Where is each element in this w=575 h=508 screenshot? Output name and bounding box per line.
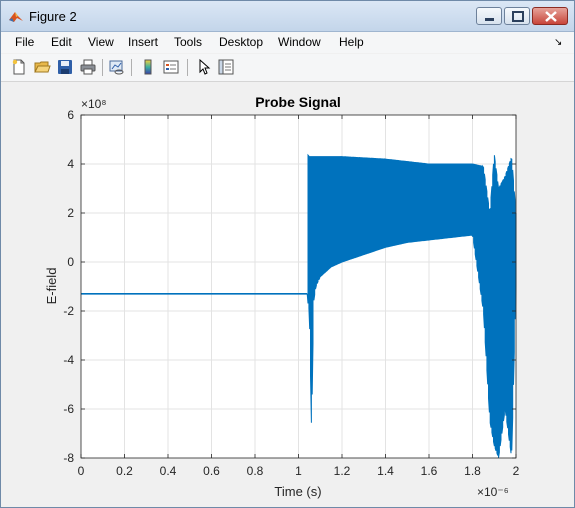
probe-signal-chart[interactable]: 0 0.2 0.4 0.6 0.8 1 1.2 1.4 1.6 1.8 2-8-6-4-20246 …: [1, 82, 574, 507]
x-tick-label: 0.2: [116, 464, 133, 478]
y-tick-label: 6: [67, 108, 74, 122]
x-tick-label: 1.4: [377, 464, 394, 478]
x-tick-label: 0.8: [247, 464, 264, 478]
y-axis-label: E-field: [44, 268, 59, 305]
title-bar[interactable]: Figure 2: [1, 1, 574, 32]
select-arrow-icon[interactable]: [195, 58, 213, 76]
matlab-logo-icon: [9, 12, 23, 22]
save-icon[interactable]: [56, 58, 74, 76]
link-plot-icon[interactable]: [108, 58, 126, 76]
minimize-icon: [485, 18, 494, 21]
x-tick-label: 1.6: [421, 464, 438, 478]
property-inspector-icon[interactable]: [217, 58, 235, 76]
open-file-icon[interactable]: [33, 58, 51, 76]
maximize-icon: [512, 11, 524, 22]
x-tick-label: 2: [513, 464, 520, 478]
toolbar-separator: [131, 59, 132, 76]
x-tick-label: 1: [295, 464, 302, 478]
y-tick-label: -8: [63, 451, 74, 465]
colorbar-icon[interactable]: [139, 58, 157, 76]
toolbar-separator: [102, 59, 103, 76]
y-multiplier: ×10⁸: [81, 97, 106, 111]
menu-window[interactable]: Window: [278, 35, 321, 49]
y-tick-label: -4: [63, 353, 74, 367]
x-tick-label: 0.4: [160, 464, 177, 478]
x-tick-label: 1.8: [464, 464, 481, 478]
menu-tools[interactable]: Tools: [174, 35, 202, 49]
x-axis-label: Time (s): [274, 484, 321, 499]
x-tick-label: 1.2: [334, 464, 351, 478]
menu-help[interactable]: Help: [339, 35, 364, 49]
maximize-button[interactable]: [504, 7, 530, 25]
toolbar: [1, 54, 574, 82]
figure-window: Figure 2 File Edit View Insert Tools Des…: [0, 0, 575, 508]
close-icon: [545, 11, 557, 22]
close-button[interactable]: [532, 7, 568, 25]
menu-desktop[interactable]: Desktop: [219, 35, 263, 49]
x-tick-label: 0.6: [203, 464, 220, 478]
y-tick-label: 0: [67, 255, 74, 269]
menu-view[interactable]: View: [88, 35, 114, 49]
y-tick-label: -6: [63, 402, 74, 416]
x-multiplier: ×10⁻⁶: [477, 485, 509, 499]
menu-bar: File Edit View Insert Tools Desktop Wind…: [1, 32, 574, 53]
dock-arrow-icon[interactable]: ↘: [554, 37, 562, 48]
menu-edit[interactable]: Edit: [51, 35, 72, 49]
window-title: Figure 2: [29, 9, 77, 24]
print-icon[interactable]: [79, 58, 97, 76]
chart-title: Probe Signal: [255, 94, 341, 110]
y-tick-label: 2: [67, 206, 74, 220]
menu-insert[interactable]: Insert: [128, 35, 158, 49]
menu-file[interactable]: File: [15, 35, 34, 49]
legend-icon[interactable]: [162, 58, 180, 76]
y-tick-label: -2: [63, 304, 74, 318]
new-figure-icon[interactable]: [10, 58, 28, 76]
figure-canvas: 0 0.2 0.4 0.6 0.8 1 1.2 1.4 1.6 1.8 2 -8 -6 -4 -2 0 2 4 6 …: [1, 82, 574, 507]
y-tick-label: 4: [67, 157, 74, 171]
minimize-button[interactable]: [476, 7, 502, 25]
x-tick-label: 0: [78, 464, 85, 478]
toolbar-separator: [187, 59, 188, 76]
